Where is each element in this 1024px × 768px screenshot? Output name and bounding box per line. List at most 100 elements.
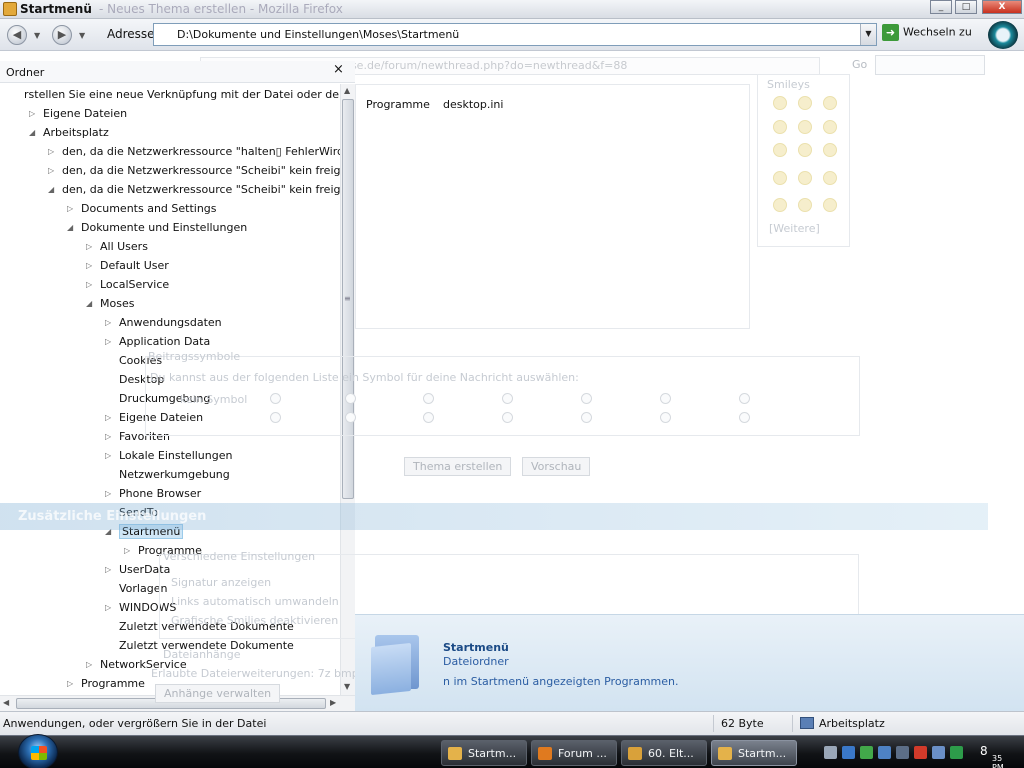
scroll-right-icon[interactable]: ▶ [330, 698, 336, 707]
tree-item-label: Application Data [119, 335, 211, 348]
bluetooth-icon[interactable] [878, 746, 891, 759]
sync-icon[interactable] [932, 746, 945, 759]
tree-item[interactable]: ▷ Phone Browser [105, 484, 202, 503]
tree-item[interactable]: ▷ Default User [86, 256, 169, 275]
ghost-search-box [875, 55, 985, 75]
scroll-left-icon[interactable]: ◀ [3, 698, 9, 707]
minimize-button[interactable]: _ [930, 0, 952, 14]
expand-arrow-icon[interactable]: ▷ [105, 313, 111, 332]
status-separator [792, 715, 793, 732]
expand-arrow-icon[interactable]: ▷ [29, 104, 35, 123]
ghost-radio [660, 412, 671, 423]
address-input[interactable]: D:\Dokumente und Einstellungen\Moses\Sta… [153, 23, 877, 46]
tree-item-label: Programme [81, 677, 145, 690]
tree-item[interactable]: ◢ Dokumente und Einstellungen [67, 218, 247, 237]
tree-item[interactable]: ▷ LocalService [86, 275, 169, 294]
expand-arrow-icon[interactable]: ▷ [105, 408, 111, 427]
back-history-dropdown-icon[interactable]: ▼ [34, 31, 40, 40]
taskbar-button[interactable]: Forum ... [531, 740, 617, 766]
connection-icon[interactable] [842, 746, 855, 759]
tree-item-label: rstellen Sie eine neue Verknüpfung mit d… [24, 88, 340, 101]
tree-item[interactable]: Netzwerkumgebung [119, 465, 230, 484]
tree-item[interactable]: ◢ Arbeitsplatz [29, 123, 109, 142]
tree-item-label: Eigene Dateien [43, 107, 128, 120]
taskbar-button[interactable]: Startm... [711, 740, 797, 766]
folder-pane-title: Ordner [6, 66, 45, 79]
expand-arrow-icon[interactable]: ▷ [105, 427, 111, 446]
expand-arrow-icon[interactable]: ▷ [105, 598, 111, 617]
expand-arrow-icon[interactable]: ▷ [48, 161, 54, 180]
taskbar-button[interactable]: Startm... [441, 740, 527, 766]
tree-item[interactable]: ▷ Documents and Settings [67, 199, 217, 218]
back-button[interactable]: ◀ [7, 25, 27, 45]
expand-arrow-icon[interactable]: ▷ [105, 332, 111, 351]
collapse-arrow-icon[interactable]: ◢ [86, 294, 92, 313]
close-button[interactable]: X [982, 0, 1022, 14]
windows-logo-icon [31, 746, 47, 760]
file-item-desktop-ini[interactable]: desktop.ini [443, 98, 503, 111]
antivirus-icon[interactable] [914, 746, 927, 759]
ghost-radio [502, 393, 513, 404]
forward-history-dropdown-icon[interactable]: ▼ [79, 31, 85, 40]
maximize-button[interactable]: □ [955, 0, 977, 14]
expand-arrow-icon[interactable]: ▷ [86, 256, 92, 275]
expand-arrow-icon[interactable]: ▷ [105, 484, 111, 503]
ghost-editor-box [355, 84, 750, 329]
tree-item[interactable]: rstellen Sie eine neue Verknüpfung mit d… [24, 85, 340, 104]
address-dropdown-button[interactable]: ▼ [860, 24, 876, 45]
tree-item[interactable]: ▷ Anwendungsdaten [105, 313, 222, 332]
tree-item-label: Arbeitsplatz [43, 126, 109, 139]
tree-item[interactable]: ▷ Eigene Dateien [29, 104, 128, 123]
collapse-arrow-icon[interactable]: ◢ [67, 218, 73, 237]
tree-item[interactable]: ▷ den, da die Netzwerkressource "halten▯ … [48, 142, 340, 161]
expand-arrow-icon[interactable]: ▷ [67, 674, 73, 693]
expand-arrow-icon[interactable]: ▷ [124, 541, 130, 560]
network-icon[interactable] [824, 746, 837, 759]
smiley-icon [798, 143, 812, 157]
address-label: Adresse [107, 27, 155, 41]
tree-item[interactable]: ▷ den, da die Netzwerkressource "Scheibi"… [48, 161, 340, 180]
ghost-radio [345, 393, 356, 404]
app-icon [448, 747, 462, 760]
forward-button[interactable]: ▶ [52, 25, 72, 45]
expand-arrow-icon[interactable]: ▷ [105, 560, 111, 579]
tree-item-label: Phone Browser [119, 487, 202, 500]
expand-arrow-icon[interactable]: ▷ [86, 275, 92, 294]
folder-pane-close-icon[interactable]: × [333, 62, 344, 77]
tree-item[interactable]: ◢ den, da die Netzwerkressource "Scheibi"… [48, 180, 340, 199]
scroll-up-icon[interactable]: ▲ [344, 86, 350, 95]
expand-arrow-icon[interactable]: ▷ [86, 655, 92, 674]
details-folder-type: Dateiordner [443, 655, 509, 668]
app-icon [538, 747, 552, 760]
power-icon[interactable] [950, 746, 963, 759]
file-item-programme[interactable]: Programme [366, 98, 430, 111]
details-folder-description: n im Startmenü angezeigten Programmen. [443, 675, 679, 688]
tree-item[interactable]: ▷ All Users [86, 237, 148, 256]
tree-item[interactable]: ▷ Application Data [105, 332, 211, 351]
tree-item[interactable]: ◢ Moses [86, 294, 134, 313]
expand-arrow-icon[interactable]: ▷ [105, 446, 111, 465]
status-message: Anwendungen, oder vergrößern Sie in der … [3, 717, 267, 730]
ghost-radio [739, 393, 750, 404]
go-button[interactable]: ➜ Wechseln zu [882, 24, 982, 45]
collapse-arrow-icon[interactable]: ◢ [29, 123, 35, 142]
signal-icon[interactable] [860, 746, 873, 759]
window-title: Startmenü [20, 2, 92, 16]
taskbar-button[interactable]: 60. Elt... [621, 740, 707, 766]
expand-arrow-icon[interactable]: ▷ [48, 142, 54, 161]
scroll-down-icon[interactable]: ▼ [344, 682, 350, 691]
expand-arrow-icon[interactable]: ▷ [86, 237, 92, 256]
tree-item[interactable]: ▷ Lokale Einstellungen [105, 446, 232, 465]
tree-item[interactable]: ▷ Programme [67, 674, 145, 693]
clock[interactable]: 8 35 PM [980, 744, 1004, 768]
expand-arrow-icon[interactable]: ▷ [67, 199, 73, 218]
ghost-radio [581, 393, 592, 404]
ghost-radio [581, 412, 592, 423]
start-button[interactable] [18, 734, 58, 768]
ghost-radio [660, 393, 671, 404]
tree-item-label: Default User [100, 259, 169, 272]
collapse-arrow-icon[interactable]: ◢ [48, 180, 54, 199]
ghost-create-thread-button: Thema erstellen [404, 457, 512, 476]
app-icon [718, 747, 732, 760]
speaker-icon[interactable] [896, 746, 909, 759]
